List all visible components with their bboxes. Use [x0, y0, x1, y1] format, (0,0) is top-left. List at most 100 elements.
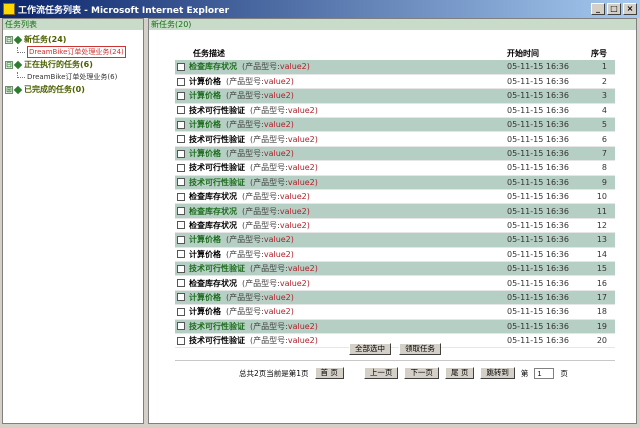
tree-node-label: 已完成的任务(0) — [24, 85, 85, 94]
row-checkbox[interactable] — [177, 336, 185, 345]
task-name[interactable]: 检查库存状况 — [189, 279, 237, 288]
row-checkbox[interactable] — [177, 149, 185, 158]
task-name[interactable]: 检查库存状况 — [189, 192, 237, 201]
task-name[interactable]: 计算价格 — [189, 91, 221, 100]
number-cell: 18 — [587, 304, 615, 320]
next-page-button[interactable]: 下一页 — [404, 367, 439, 379]
table-row[interactable]: 计算价格 (产品型号:value2) 05-11-15 16:36 7 — [175, 146, 615, 162]
close-button[interactable]: × — [623, 3, 637, 15]
row-checkbox[interactable] — [177, 235, 185, 244]
task-cell: 检查库存状况 (产品型号:value2) — [175, 275, 507, 291]
task-name[interactable]: 检查库存状况 — [189, 62, 237, 71]
goto-page-button[interactable]: 跳转到 — [480, 367, 515, 379]
first-page-button[interactable]: 首 页 — [314, 367, 344, 379]
row-checkbox[interactable] — [177, 62, 185, 71]
task-param: (产品型号: — [242, 220, 280, 230]
page-number-input[interactable] — [534, 367, 555, 379]
start-time-cell: 05-11-15 16:36 — [507, 160, 587, 176]
task-name[interactable]: 计算价格 — [189, 235, 221, 244]
task-name[interactable]: 技术可行性验证 — [189, 336, 245, 345]
task-param-value: value2) — [287, 321, 318, 331]
tree-child-item[interactable]: DreamBike订单处理业务(24) — [5, 46, 141, 58]
task-cell: 检查库存状况 (产品型号:value2) — [175, 60, 507, 75]
task-name[interactable]: 技术可行性验证 — [189, 163, 245, 172]
table-row[interactable]: 检查库存状况 (产品型号:value2) 05-11-15 16:36 10 — [175, 189, 615, 205]
table-row[interactable]: 技术可行性验证 (产品型号:value2) 05-11-15 16:36 15 — [175, 261, 615, 277]
table-row[interactable]: 计算价格 (产品型号:value2) 05-11-15 16:36 14 — [175, 247, 615, 262]
table-row[interactable]: 技术可行性验证 (产品型号:value2) 05-11-15 16:36 4 — [175, 103, 615, 119]
table-row[interactable]: 计算价格 (产品型号:value2) 05-11-15 16:36 5 — [175, 117, 615, 133]
row-checkbox[interactable] — [177, 120, 185, 129]
task-name[interactable]: 技术可行性验证 — [189, 322, 245, 331]
table-row[interactable]: 计算价格 (产品型号:value2) 05-11-15 16:36 17 — [175, 290, 615, 306]
table-row[interactable]: 技术可行性验证 (产品型号:value2) 05-11-15 16:36 19 — [175, 319, 615, 334]
tree-child-item[interactable]: DreamBike订单处理业务(6) — [5, 71, 141, 83]
select-all-button[interactable]: 全部选中 — [349, 343, 391, 355]
row-checkbox[interactable] — [177, 106, 185, 115]
row-checkbox[interactable] — [177, 192, 185, 201]
task-name[interactable]: 计算价格 — [189, 77, 221, 86]
table-row[interactable]: 技术可行性验证 (产品型号:value2) 05-11-15 16:36 8 — [175, 160, 615, 176]
task-name[interactable]: 检查库存状况 — [189, 207, 237, 216]
task-cell: 技术可行性验证 (产品型号:value2) — [175, 160, 507, 176]
tree-node[interactable]: ⊟ 新任务(24) — [5, 33, 141, 46]
row-checkbox[interactable] — [177, 221, 185, 230]
last-page-button[interactable]: 尾 页 — [444, 367, 475, 379]
claim-task-button[interactable]: 领取任务 — [399, 343, 441, 355]
row-checkbox[interactable] — [177, 77, 185, 86]
row-checkbox[interactable] — [177, 264, 185, 273]
tree-node-label: 新任务(24) — [24, 35, 67, 44]
row-checkbox[interactable] — [177, 250, 185, 259]
task-param-value: value2) — [263, 77, 294, 87]
row-checkbox[interactable] — [177, 207, 185, 216]
task-name[interactable]: 技术可行性验证 — [189, 106, 245, 115]
table-row[interactable]: 计算价格 (产品型号:value2) 05-11-15 16:36 2 — [175, 74, 615, 90]
task-list-content: 任务描述 开始时间 序号 检查库存状况 (产品型号:value2) 05-11-15… — [175, 47, 615, 349]
tree-toggle-icon[interactable]: ⊟ — [5, 35, 13, 44]
tree-node[interactable]: ⊟ 正在执行的任务(6) — [5, 58, 141, 71]
table-row[interactable]: 计算价格 (产品型号:value2) 05-11-15 16:36 3 — [175, 88, 615, 104]
task-name[interactable]: 计算价格 — [189, 293, 221, 302]
maximize-button[interactable]: □ — [607, 3, 621, 15]
table-row[interactable]: 计算价格 (产品型号:value2) 05-11-15 16:36 13 — [175, 232, 615, 248]
row-checkbox[interactable] — [177, 178, 185, 187]
tree-node[interactable]: ⊞ 已完成的任务(0) — [5, 83, 141, 96]
table-row[interactable]: 计算价格 (产品型号:value2) 05-11-15 16:36 18 — [175, 304, 615, 320]
start-time-cell: 05-11-15 16:36 — [507, 319, 587, 334]
task-param-value: value2) — [287, 264, 318, 274]
task-cell: 技术可行性验证 (产品型号:value2) — [175, 131, 507, 147]
task-name[interactable]: 计算价格 — [189, 149, 221, 158]
row-checkbox[interactable] — [177, 91, 185, 100]
row-checkbox[interactable] — [177, 135, 185, 144]
task-param: (产品型号: — [242, 278, 280, 288]
table-row[interactable]: 技术可行性验证 (产品型号:value2) 05-11-15 16:36 9 — [175, 175, 615, 191]
task-param: (产品型号: — [226, 235, 264, 245]
task-name[interactable]: 计算价格 — [189, 120, 221, 129]
table-row[interactable]: 检查库存状况 (产品型号:value2) 05-11-15 16:36 16 — [175, 275, 615, 291]
row-checkbox[interactable] — [177, 322, 185, 331]
task-param: (产品型号: — [226, 307, 264, 317]
task-name[interactable]: 技术可行性验证 — [189, 135, 245, 144]
task-name[interactable]: 计算价格 — [189, 250, 221, 259]
prev-page-button[interactable]: 上一页 — [363, 367, 399, 379]
task-name[interactable]: 技术可行性验证 — [189, 178, 245, 187]
start-time-cell: 05-11-15 16:36 — [507, 175, 587, 191]
table-row[interactable]: 技术可行性验证 (产品型号:value2) 05-11-15 16:36 6 — [175, 131, 615, 147]
row-checkbox[interactable] — [177, 279, 185, 288]
tree-toggle-icon[interactable]: ⊞ — [5, 85, 13, 94]
start-time-cell: 05-11-15 16:36 — [507, 304, 587, 320]
task-name[interactable]: 计算价格 — [189, 307, 221, 316]
number-cell: 3 — [587, 88, 615, 104]
task-param-value: value2) — [263, 91, 294, 101]
row-checkbox[interactable] — [177, 163, 185, 172]
tree-toggle-icon[interactable]: ⊟ — [5, 60, 13, 69]
table-row[interactable]: 检查库存状况 (产品型号:value2) 05-11-15 16:36 12 — [175, 218, 615, 234]
task-name[interactable]: 检查库存状况 — [189, 221, 237, 230]
table-row[interactable]: 检查库存状况 (产品型号:value2) 05-11-15 16:36 1 — [175, 60, 615, 75]
task-cell: 计算价格 (产品型号:value2) — [175, 117, 507, 133]
row-checkbox[interactable] — [177, 293, 185, 302]
minimize-button[interactable]: _ — [591, 3, 605, 15]
task-name[interactable]: 技术可行性验证 — [189, 264, 245, 273]
table-row[interactable]: 检查库存状况 (产品型号:value2) 05-11-15 16:36 11 — [175, 203, 615, 219]
row-checkbox[interactable] — [177, 307, 185, 316]
